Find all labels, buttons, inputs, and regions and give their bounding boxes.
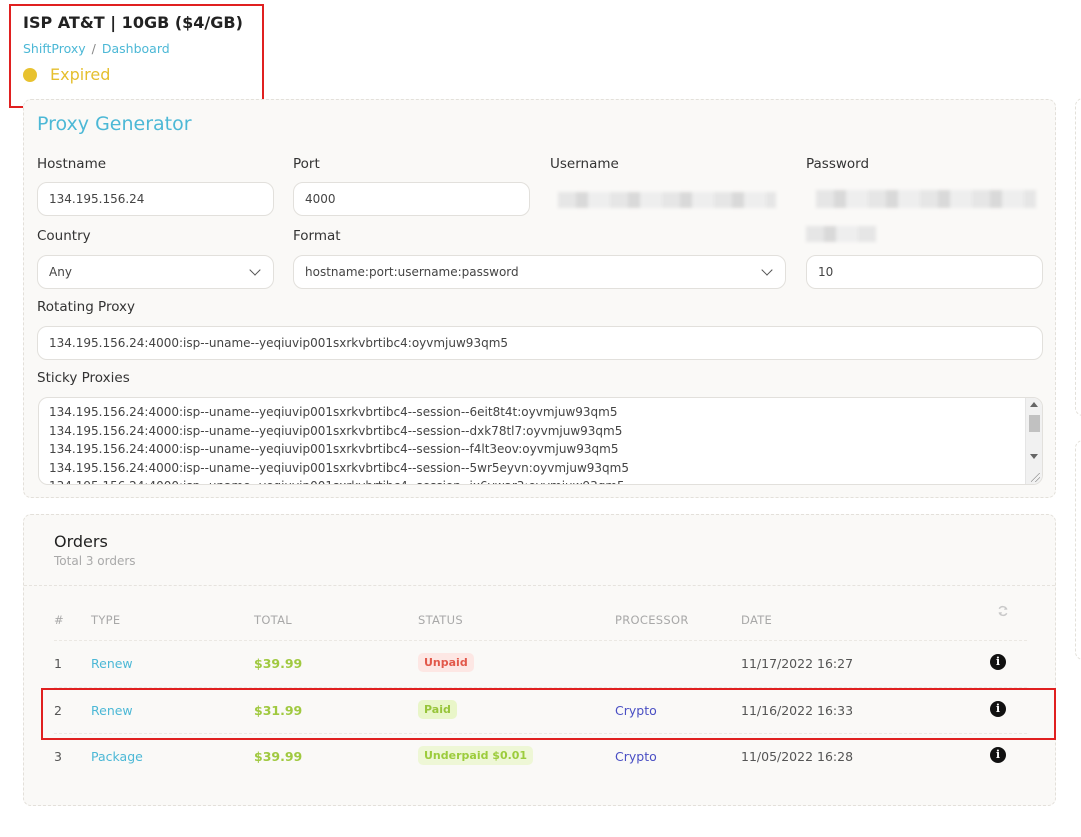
info-icon[interactable]: i (990, 747, 1006, 763)
hostname-value: 134.195.156.24 (49, 192, 145, 206)
password-redacted (816, 190, 1036, 208)
highlight-order-row-box (41, 688, 1056, 740)
port-field[interactable]: 4000 (293, 182, 530, 216)
rotating-proxy-label: Rotating Proxy (37, 299, 136, 315)
column-header-date: DATE (741, 613, 773, 627)
column-header-num: # (54, 613, 64, 627)
country-value: Any (49, 265, 72, 279)
resize-handle-icon[interactable] (1031, 473, 1040, 482)
sticky-proxy-line: 134.195.156.24:4000:isp--uname--yeqiuvip… (49, 423, 623, 438)
username-redacted (558, 192, 776, 208)
orders-card: Orders Total 3 orders # TYPE TOTAL STATU… (23, 514, 1056, 806)
refresh-icon[interactable] (997, 605, 1009, 617)
sticky-proxies-label: Sticky Proxies (37, 370, 130, 386)
proxy-count-value: 10 (818, 265, 834, 279)
order-number: 3 (54, 749, 62, 764)
orders-subtitle: Total 3 orders (54, 554, 136, 568)
hostname-label: Hostname (37, 156, 107, 172)
sticky-proxy-line: 134.195.156.24:4000:isp--uname--yeqiuvip… (49, 460, 629, 475)
right-side-card-2 (1075, 440, 1081, 660)
password-redacted-2 (806, 226, 876, 242)
sticky-proxies-textarea[interactable]: 134.195.156.24:4000:isp--uname--yeqiuvip… (38, 397, 1043, 485)
proxy-generator-card: Proxy Generator Hostname Port Username P… (23, 99, 1056, 498)
column-header-total: TOTAL (254, 613, 292, 627)
proxy-count-field[interactable]: 10 (806, 255, 1043, 289)
country-label: Country (37, 228, 91, 244)
column-header-processor: PROCESSOR (615, 613, 689, 627)
scroll-down-icon[interactable] (1030, 454, 1038, 459)
right-side-card (1075, 98, 1081, 416)
rotating-proxy-value: 134.195.156.24:4000:isp--uname--yeqiuvip… (49, 336, 509, 350)
order-number: 1 (54, 656, 62, 671)
breadcrumb-separator: / (91, 41, 96, 56)
column-header-status: STATUS (418, 613, 463, 627)
divider (24, 585, 1055, 586)
scroll-thumb[interactable] (1029, 415, 1040, 432)
column-header-type: TYPE (91, 613, 121, 627)
sticky-proxies-list: 134.195.156.24:4000:isp--uname--yeqiuvip… (39, 403, 629, 484)
breadcrumb-shiftproxy[interactable]: ShiftProxy (23, 41, 86, 56)
chevron-down-icon (249, 264, 261, 276)
port-label: Port (293, 156, 320, 172)
username-label: Username (550, 156, 619, 172)
status-indicator: Expired (23, 65, 110, 84)
order-processor: Crypto (615, 749, 657, 764)
order-type-link[interactable]: Renew (91, 656, 133, 671)
proxy-generator-title: Proxy Generator (37, 113, 192, 135)
country-select[interactable]: Any (37, 255, 274, 289)
sticky-proxy-line: 134.195.156.24:4000:isp--uname--yeqiuvip… (49, 442, 619, 456)
order-total: $39.99 (254, 656, 303, 671)
breadcrumb: ShiftProxy / Dashboard (23, 41, 170, 56)
hostname-field[interactable]: 134.195.156.24 (37, 182, 274, 216)
port-value: 4000 (305, 192, 336, 206)
format-label: Format (293, 228, 341, 244)
format-select[interactable]: hostname:port:username:password (293, 255, 786, 289)
rotating-proxy-field[interactable]: 134.195.156.24:4000:isp--uname--yeqiuvip… (37, 326, 1043, 360)
password-label: Password (806, 156, 870, 172)
info-icon[interactable]: i (990, 654, 1006, 670)
page-title: ISP AT&T | 10GB ($4/GB) (23, 13, 243, 32)
order-total: $39.99 (254, 749, 303, 764)
username-field[interactable] (550, 182, 787, 216)
status-badge: Underpaid $0.01 (418, 746, 534, 765)
table-row[interactable]: 1 Renew $39.99 Unpaid 11/17/2022 16:27 i (54, 640, 1027, 686)
order-type-link[interactable]: Package (91, 749, 143, 764)
status-dot-icon (23, 67, 37, 82)
breadcrumb-dashboard[interactable]: Dashboard (102, 41, 170, 56)
order-date: 11/17/2022 16:27 (741, 656, 854, 671)
sticky-proxy-line: 134.195.156.24:4000:isp--uname--yeqiuvip… (39, 477, 629, 484)
orders-title: Orders (54, 532, 108, 551)
chevron-down-icon (761, 264, 773, 276)
password-field[interactable] (806, 182, 1056, 242)
order-date: 11/05/2022 16:28 (741, 749, 854, 764)
scroll-up-icon[interactable] (1030, 402, 1038, 407)
status-text: Expired (50, 65, 111, 84)
sticky-scrollbar[interactable] (1025, 398, 1042, 484)
format-value: hostname:port:username:password (305, 265, 519, 279)
status-badge: Unpaid (418, 653, 474, 672)
sticky-proxy-line: 134.195.156.24:4000:isp--uname--yeqiuvip… (49, 405, 618, 419)
